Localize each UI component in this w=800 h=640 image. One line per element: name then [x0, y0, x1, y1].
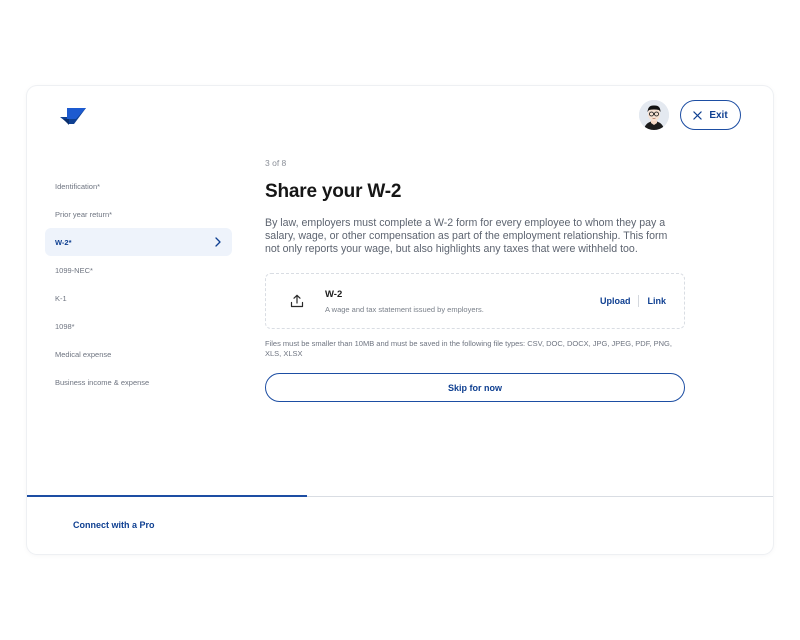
- document-subtitle: A wage and tax statement issued by emplo…: [325, 304, 484, 314]
- page-title: Share your W-2: [265, 181, 402, 202]
- sidebar-item-label: Prior year return*: [55, 209, 113, 219]
- progress-bar: [27, 495, 773, 497]
- sidebar-item-prior-year-return[interactable]: Prior year return*: [45, 200, 232, 228]
- main-card: Exit Identification* Prior year return* …: [27, 86, 773, 554]
- sidebar-item-medical-expense[interactable]: Medical expense: [45, 340, 232, 368]
- sidebar-item-label: 1098*: [55, 321, 75, 331]
- sidebar-item-label: K-1: [55, 293, 67, 303]
- link-link[interactable]: Link: [647, 296, 666, 306]
- close-icon: [693, 110, 703, 120]
- upload-icon: [290, 294, 304, 308]
- page-description: By law, employers must complete a W-2 fo…: [265, 217, 668, 255]
- document-name: W-2: [325, 288, 343, 300]
- document-info: W-2 A wage and tax statement issued by e…: [325, 289, 600, 314]
- connect-with-pro-link[interactable]: Connect with a Pro: [73, 520, 155, 530]
- sidebar-item-identification[interactable]: Identification*: [45, 172, 232, 200]
- sidebar-item-label: Business income & expense: [55, 377, 150, 387]
- file-requirements-note: Files must be smaller than 10MB and must…: [265, 339, 672, 358]
- step-counter: 3 of 8: [265, 158, 287, 168]
- upload-link[interactable]: Upload: [600, 296, 631, 306]
- document-actions: Upload Link: [600, 295, 666, 307]
- sidebar-nav: Identification* Prior year return* W-2* …: [45, 172, 232, 396]
- sidebar-item-label: 1099-NEC*: [55, 265, 93, 275]
- sidebar-item-label: W-2*: [55, 237, 72, 247]
- skip-button[interactable]: Skip for now: [265, 373, 685, 402]
- skip-label: Skip for now: [448, 382, 502, 393]
- exit-label: Exit: [709, 109, 728, 121]
- document-upload-box[interactable]: W-2 A wage and tax statement issued by e…: [265, 273, 685, 329]
- exit-button[interactable]: Exit: [680, 100, 741, 130]
- progress-bar-fill: [27, 495, 307, 497]
- avatar[interactable]: [639, 100, 669, 130]
- sidebar-item-label: Medical expense: [55, 349, 112, 359]
- sidebar-item-1099-nec[interactable]: 1099-NEC*: [45, 256, 232, 284]
- avatar-illustration-icon: [639, 100, 669, 130]
- sidebar-item-label: Identification*: [55, 181, 101, 191]
- chevron-right-icon: [215, 237, 221, 247]
- sidebar-item-business-income-expense[interactable]: Business income & expense: [45, 368, 232, 396]
- sidebar-item-1098[interactable]: 1098*: [45, 312, 232, 340]
- sidebar-item-k1[interactable]: K-1: [45, 284, 232, 312]
- sidebar-item-w2[interactable]: W-2*: [45, 228, 232, 256]
- main-content: 3 of 8 Share your W-2 By law, employers …: [265, 158, 685, 402]
- divider: [638, 295, 640, 307]
- brand-logo-icon[interactable]: [60, 105, 88, 127]
